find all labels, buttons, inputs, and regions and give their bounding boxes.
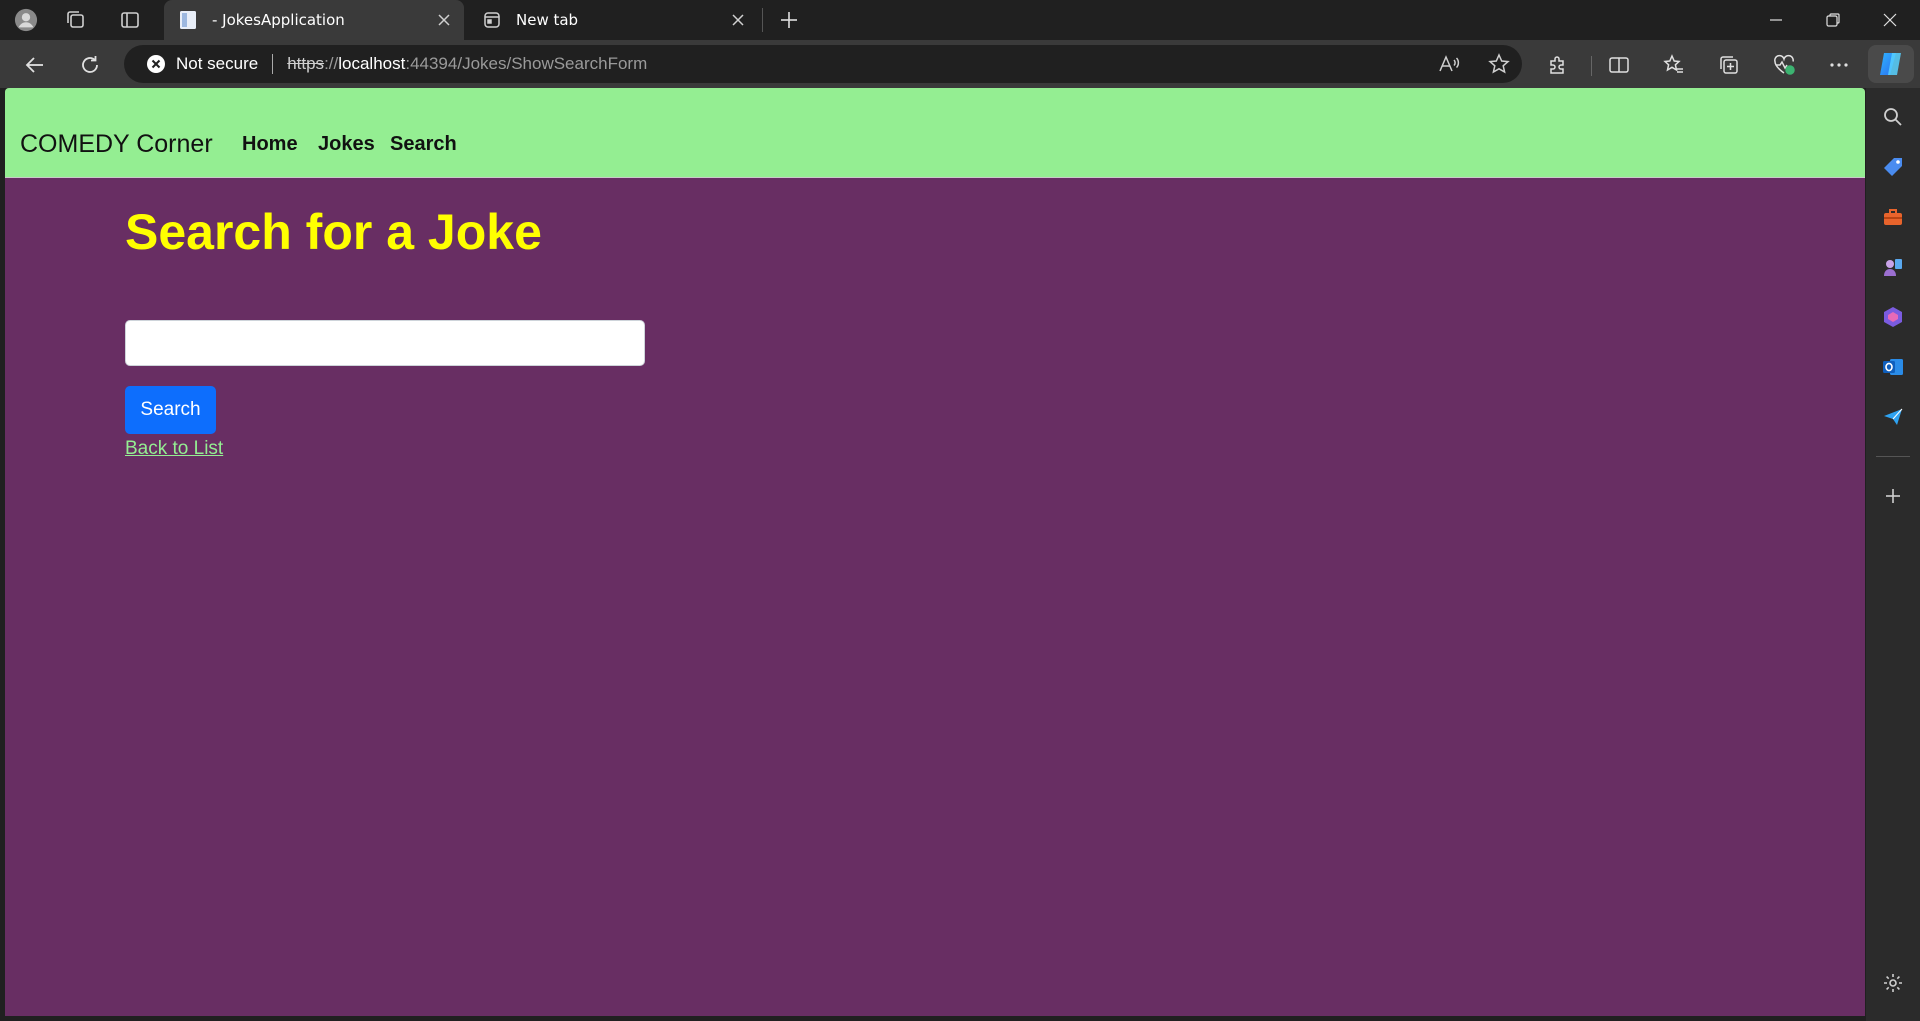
tab-separator <box>762 8 763 32</box>
workspaces-icon[interactable] <box>64 8 88 32</box>
more-icon[interactable] <box>1824 50 1854 80</box>
star-icon[interactable] <box>1484 49 1514 79</box>
read-aloud-icon[interactable] <box>1434 49 1464 79</box>
new-tab-icon[interactable] <box>777 8 801 32</box>
send-icon[interactable] <box>1878 402 1908 432</box>
games-icon[interactable] <box>1878 252 1908 282</box>
minimize-icon[interactable] <box>1748 0 1804 40</box>
window-bottom-edge <box>0 1016 1866 1021</box>
toolbox-icon[interactable] <box>1878 202 1908 232</box>
search-icon[interactable] <box>1878 102 1908 132</box>
close-tab-icon[interactable] <box>724 6 752 34</box>
puzzle-icon[interactable] <box>1543 50 1573 80</box>
nav-search[interactable]: Search <box>390 133 457 156</box>
search-input[interactable] <box>125 320 645 366</box>
close-tab-icon[interactable] <box>430 6 458 34</box>
nav-home[interactable]: Home <box>242 133 298 156</box>
browser-toolbar: Not secure https://localhost:44394/Jokes… <box>0 40 1920 88</box>
browser-titlebar: - JokesApplication New tab <box>0 0 1920 40</box>
toolbar-separator <box>1591 56 1592 76</box>
new-tab-page-icon <box>482 10 502 30</box>
back-to-list-link[interactable]: Back to List <box>125 438 223 460</box>
page-viewport: COMEDY Corner Home Jokes Search Search f… <box>5 88 1865 1016</box>
url-host: localhost <box>338 54 406 73</box>
shopping-tag-icon[interactable] <box>1878 152 1908 182</box>
address-bar[interactable]: Not secure https://localhost:44394/Jokes… <box>124 45 1522 83</box>
address-separator <box>272 54 274 74</box>
outlook-icon[interactable] <box>1878 352 1908 382</box>
collections-icon[interactable] <box>1714 50 1744 80</box>
refresh-icon[interactable] <box>75 50 105 80</box>
url-scheme: https <box>287 54 325 73</box>
back-arrow-icon[interactable] <box>20 50 50 80</box>
favorites-icon[interactable] <box>1659 50 1689 80</box>
tab-label: - JokesApplication <box>212 11 345 29</box>
add-icon[interactable] <box>1878 481 1908 511</box>
close-window-icon[interactable] <box>1862 0 1918 40</box>
tab-jokes-application[interactable]: - JokesApplication <box>164 0 464 40</box>
copilot-icon[interactable] <box>1868 45 1914 83</box>
browser-sidebar <box>1866 88 1920 1021</box>
page-title: Search for a Joke <box>125 204 542 260</box>
split-screen-icon[interactable] <box>1604 50 1634 80</box>
site-navbar: COMEDY Corner Home Jokes Search <box>5 88 1865 178</box>
office-icon[interactable] <box>1878 302 1908 332</box>
tab-label: New tab <box>516 11 579 29</box>
search-button[interactable]: Search <box>125 386 216 434</box>
not-secure-icon[interactable] <box>146 54 166 74</box>
url-text[interactable]: https://localhost:44394/Jokes/ShowSearch… <box>287 54 647 74</box>
site-brand[interactable]: COMEDY Corner <box>20 130 213 159</box>
tab-new-tab[interactable]: New tab <box>468 0 758 40</box>
profile-icon[interactable] <box>14 8 38 32</box>
page-icon <box>178 10 198 30</box>
settings-icon[interactable] <box>1878 968 1908 998</box>
security-label[interactable]: Not secure <box>176 54 258 74</box>
heart-pulse-icon[interactable] <box>1769 50 1799 80</box>
restore-icon[interactable] <box>1805 0 1861 40</box>
vertical-tabs-icon[interactable] <box>118 8 142 32</box>
sidebar-separator <box>1876 456 1910 457</box>
url-separator: :// <box>324 54 339 73</box>
url-path: :44394/Jokes/ShowSearchForm <box>405 54 648 73</box>
nav-jokes[interactable]: Jokes <box>318 133 375 156</box>
